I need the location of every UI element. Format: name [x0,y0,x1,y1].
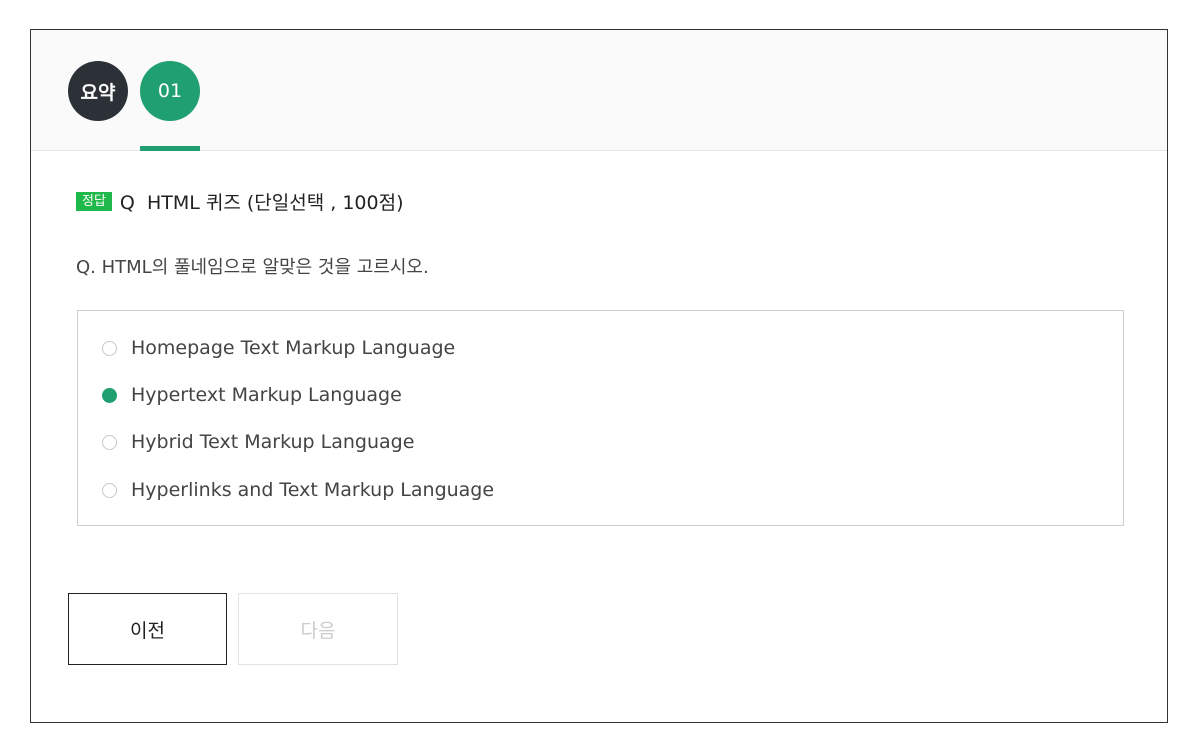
prev-button[interactable]: 이전 [68,593,227,665]
question-tab-bar: 요약 01 [31,30,1167,151]
option-3-label: Hybrid Text Markup Language [131,431,415,453]
option-4[interactable]: Hyperlinks and Text Markup Language [102,476,494,504]
radio-option-2[interactable] [102,387,117,403]
tab-summary[interactable]: 요약 [68,61,128,121]
options-list: Homepage Text Markup Language Hypertext … [77,310,1124,526]
radio-option-4[interactable] [102,482,117,498]
option-1[interactable]: Homepage Text Markup Language [102,334,455,362]
option-2-label: Hypertext Markup Language [131,384,402,406]
next-button-label: 다음 [300,619,336,642]
tab-question-01[interactable]: 01 [140,61,200,121]
question-title: Q HTML 퀴즈 (단일선택 , 100점) [119,191,404,214]
question-heading: 정답 Q HTML 퀴즈 (단일선택 , 100점) [76,188,403,214]
radio-option-3[interactable] [102,434,117,450]
prev-button-label: 이전 [130,619,165,642]
option-4-label: Hyperlinks and Text Markup Language [131,479,495,501]
radio-option-1[interactable] [102,340,117,356]
option-1-label: Homepage Text Markup Language [131,337,456,359]
active-tab-indicator [140,146,200,151]
quiz-panel: 요약 01 정답 Q HTML 퀴즈 (단일선택 , 100점) Q. HTML… [30,29,1168,723]
tab-question-01-label: 01 [157,80,183,102]
option-2[interactable]: Hypertext Markup Language [102,381,402,409]
option-3[interactable]: Hybrid Text Markup Language [102,428,414,456]
question-text: Q. HTML의 풀네임으로 알맞은 것을 고르시오. [76,257,429,278]
tab-summary-label: 요약 [80,81,116,104]
next-button[interactable]: 다음 [238,593,398,665]
answer-badge: 정답 [76,191,112,211]
